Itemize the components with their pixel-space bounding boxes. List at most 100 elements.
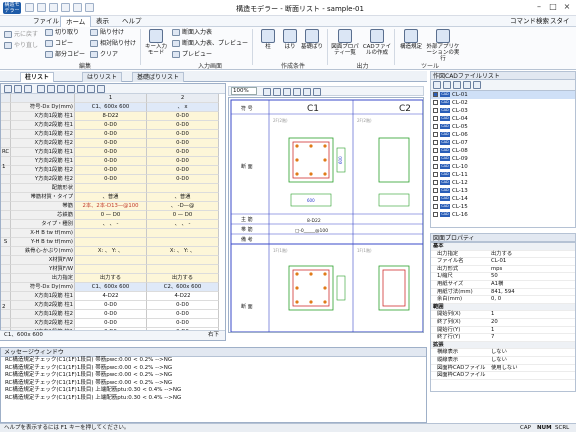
grid-cell[interactable]: 0-D0 <box>147 166 219 175</box>
move-down-icon[interactable] <box>473 81 481 89</box>
sectable-preview-button[interactable]: 断面入力表、プレビュー <box>172 39 248 49</box>
props-value[interactable]: しない <box>491 357 507 363</box>
zoom-out-icon[interactable] <box>273 88 281 96</box>
props-value[interactable]: 20 <box>491 319 498 325</box>
cadlist-item[interactable]: CAD CL-10 <box>431 163 575 171</box>
fit-icon[interactable] <box>283 88 291 96</box>
file-checkbox[interactable] <box>433 92 438 97</box>
grid-cell[interactable]: C2、600x 600 <box>147 283 219 292</box>
grid-cell[interactable]: 0-D0 <box>75 319 147 328</box>
grid-cell[interactable]: 0-D0 <box>147 112 219 121</box>
cadlist-item[interactable]: CAD CL-03 <box>431 107 575 115</box>
menu-view[interactable]: 表示 <box>91 16 114 27</box>
grid-tool-icon[interactable] <box>67 85 75 93</box>
file-checkbox[interactable] <box>433 108 438 113</box>
print-icon[interactable] <box>61 3 70 12</box>
props-row[interactable]: 縦線表示 しない <box>431 357 575 365</box>
grid-tool-icon[interactable] <box>77 85 85 93</box>
grid-cell[interactable]: 、 、 - <box>75 220 147 229</box>
menu-home[interactable]: ホーム <box>60 16 92 27</box>
grid-cell[interactable]: X: 、 Y: 、 <box>147 247 219 256</box>
grid-cell[interactable] <box>147 238 219 247</box>
grid-tool-icon[interactable] <box>24 85 32 93</box>
file-checkbox[interactable] <box>433 140 438 145</box>
grid-tool-icon[interactable] <box>37 85 45 93</box>
grid-cell[interactable]: 0-D0 <box>147 139 219 148</box>
clear-button[interactable]: クリア <box>90 50 118 60</box>
props-value[interactable]: しない <box>491 349 507 355</box>
cadlist-item[interactable]: CAD CL-15 <box>431 203 575 211</box>
paste-special-button[interactable]: 相対貼り付け <box>90 39 136 49</box>
external-app-button[interactable]: 外部アプリケーションの実行 <box>426 29 460 62</box>
new-file-icon[interactable] <box>25 3 34 12</box>
grid-cell[interactable]: 出力する <box>75 274 147 283</box>
grid-cell[interactable]: 0 — D0 <box>75 211 147 220</box>
tab-beam-list[interactable]: はりリスト <box>82 72 123 82</box>
grid-cell[interactable]: 、 x <box>147 103 219 112</box>
zoom-in-icon[interactable] <box>263 88 271 96</box>
select-icon[interactable] <box>303 88 311 96</box>
grid-cell[interactable]: 0-D0 <box>147 148 219 157</box>
grid-column-header[interactable] <box>1 94 11 103</box>
file-checkbox[interactable] <box>433 196 438 201</box>
grid-cell[interactable]: X: 、 Y: 、 <box>75 247 147 256</box>
props-value[interactable]: CL-01 <box>491 258 506 264</box>
props-row[interactable]: 開始列(X) 1 <box>431 311 575 319</box>
grid-tool-icon[interactable] <box>57 85 65 93</box>
save-icon[interactable] <box>49 3 58 12</box>
redo-button[interactable]: やり直し <box>4 41 38 51</box>
grid-cell[interactable]: 0-D0 <box>75 310 147 319</box>
move-up-icon[interactable] <box>463 81 471 89</box>
cadlist-item[interactable]: CAD CL-05 <box>431 123 575 131</box>
grid-cell[interactable]: 8-D22 <box>75 112 147 121</box>
grid-cell[interactable]: 0-D0 <box>75 121 147 130</box>
drawing-props-button[interactable]: 図面プロパティ一覧 <box>331 29 359 56</box>
file-checkbox[interactable] <box>433 100 438 105</box>
props-value[interactable]: 1 <box>491 311 494 317</box>
grid-cell[interactable]: 0-D0 <box>147 130 219 139</box>
grid-cell[interactable]: 0-D0 <box>75 301 147 310</box>
grid-column-header[interactable]: 2 <box>147 94 219 103</box>
grid-column-header[interactable] <box>11 94 75 103</box>
cadlist-item[interactable]: CAD CL-04 <box>431 115 575 123</box>
paste-button[interactable]: 貼り付け <box>90 28 124 38</box>
grid-cell[interactable]: 4-D22 <box>147 292 219 301</box>
cadlist-item[interactable]: CAD CL-14 <box>431 195 575 203</box>
delete-file-icon[interactable] <box>453 81 461 89</box>
props-value[interactable]: 出力する <box>491 251 512 257</box>
pan-icon[interactable] <box>293 88 301 96</box>
file-checkbox[interactable] <box>433 164 438 169</box>
file-checkbox[interactable] <box>433 156 438 161</box>
grid-cell[interactable]: 、 、 - <box>147 220 219 229</box>
measure-icon[interactable] <box>313 88 321 96</box>
cadlist-item[interactable]: CAD CL-12 <box>431 179 575 187</box>
grid-cell[interactable]: C1、600x 600 <box>75 103 147 112</box>
file-checkbox[interactable] <box>433 148 438 153</box>
grid-cell[interactable]: 0-D0 <box>75 148 147 157</box>
cadlist-item[interactable]: CAD CL-07 <box>431 139 575 147</box>
grid-cell[interactable]: 0-D0 <box>75 130 147 139</box>
grid-cell[interactable]: 、 -D—@ <box>147 202 219 211</box>
props-row[interactable]: 横線表示 しない <box>431 349 575 357</box>
file-checkbox[interactable] <box>433 204 438 209</box>
grid-tool-icon[interactable] <box>4 85 12 93</box>
grid-tool-icon[interactable] <box>97 85 105 93</box>
grid-cell[interactable]: 0-D0 <box>147 301 219 310</box>
add-file-icon[interactable] <box>443 81 451 89</box>
props-value[interactable]: A1横 <box>491 281 503 287</box>
copy-button[interactable]: コピー <box>45 39 73 49</box>
partcopy-button[interactable]: 部分コピー <box>45 50 85 60</box>
grid-cell[interactable]: 0 — D0 <box>147 211 219 220</box>
grid-cell[interactable]: 4-D22 <box>75 292 147 301</box>
file-checkbox[interactable] <box>433 212 438 217</box>
props-row[interactable]: 余白(mm) 0, 0 <box>431 296 575 304</box>
grid-cell[interactable]: 、普通 <box>147 193 219 202</box>
tab-column-list[interactable]: 柱リスト <box>20 72 55 82</box>
props-row[interactable]: 終了列(X) 20 <box>431 319 575 327</box>
open-file-icon[interactable] <box>37 3 46 12</box>
grid-cell[interactable] <box>75 256 147 265</box>
cadlist-item[interactable]: CAD CL-11 <box>431 171 575 179</box>
grid-cell[interactable]: 0-D0 <box>147 175 219 184</box>
grid-cell[interactable]: 、普通 <box>75 193 147 202</box>
props-row[interactable]: 開始行(Y) 1 <box>431 327 575 335</box>
